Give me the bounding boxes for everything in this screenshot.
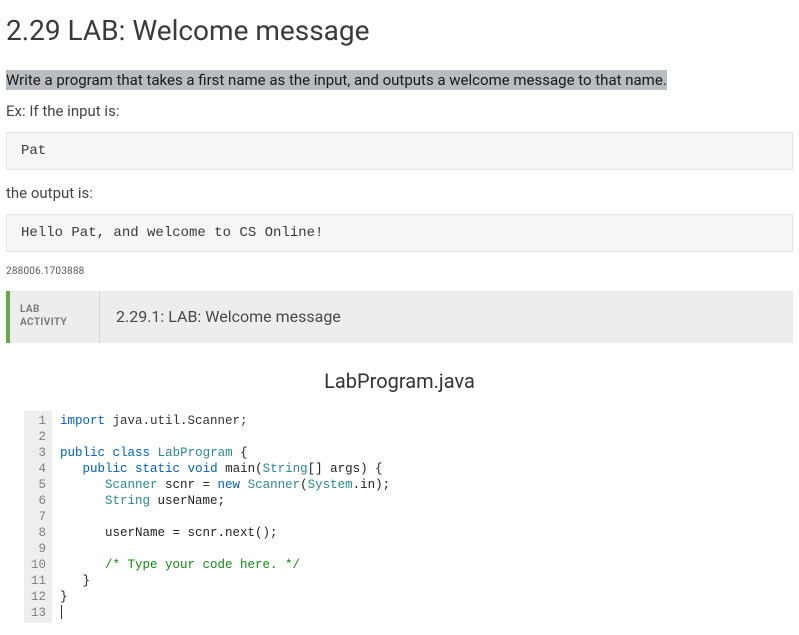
lab-activity-bar: LAB ACTIVITY 2.29.1: LAB: Welcome messag… xyxy=(6,291,793,343)
code-line[interactable]: import java.util.Scanner; xyxy=(60,413,775,429)
line-number: 6 xyxy=(28,493,46,509)
line-number: 3 xyxy=(28,445,46,461)
example-input-label: Ex: If the input is: xyxy=(6,102,793,120)
lab-page: 2.29 LAB: Welcome message Write a progra… xyxy=(0,0,799,635)
example-output-block: Hello Pat, and welcome to CS Online! xyxy=(6,214,793,252)
instructions-highlighted-text: Write a program that takes a first name … xyxy=(6,70,667,90)
code-line[interactable]: public class LabProgram { xyxy=(60,445,775,461)
code-line[interactable]: } xyxy=(60,573,775,589)
line-number: 4 xyxy=(28,461,46,477)
line-number: 7 xyxy=(28,509,46,525)
code-line[interactable]: } xyxy=(60,589,775,605)
session-id: 288006.1703888 xyxy=(6,266,793,277)
line-number: 2 xyxy=(28,429,46,445)
example-input-block: Pat xyxy=(6,132,793,170)
code-line[interactable]: public static void main(String[] args) { xyxy=(60,461,775,477)
example-output-label: the output is: xyxy=(6,184,793,202)
code-line[interactable]: /* Type your code here. */ xyxy=(60,557,775,573)
lab-label-line2: ACTIVITY xyxy=(20,317,89,330)
line-number: 1 xyxy=(28,413,46,429)
code-line[interactable] xyxy=(60,541,775,557)
code-line[interactable] xyxy=(60,429,775,445)
line-number: 8 xyxy=(28,525,46,541)
line-number: 11 xyxy=(28,573,46,589)
code-line[interactable] xyxy=(60,605,775,621)
line-number: 13 xyxy=(28,605,46,621)
lab-label-line1: LAB xyxy=(20,304,89,317)
line-number: 12 xyxy=(28,589,46,605)
code-line[interactable]: Scanner scnr = new Scanner(System.in); xyxy=(60,477,775,493)
page-title: 2.29 LAB: Welcome message xyxy=(6,14,793,47)
code-line[interactable]: userName = scnr.next(); xyxy=(60,525,775,541)
code-area[interactable]: import java.util.Scanner; public class La… xyxy=(52,411,775,623)
lab-activity-label: LAB ACTIVITY xyxy=(10,291,100,343)
instructions-block: Write a program that takes a first name … xyxy=(6,69,793,92)
code-editor[interactable]: 12345678910111213 import java.util.Scann… xyxy=(24,411,775,623)
code-line[interactable]: String userName; xyxy=(60,493,775,509)
code-line[interactable] xyxy=(60,509,775,525)
file-name-header: LabProgram.java xyxy=(24,361,775,411)
line-number: 10 xyxy=(28,557,46,573)
line-number: 9 xyxy=(28,541,46,557)
text-cursor xyxy=(61,605,62,619)
lab-activity-title: 2.29.1: LAB: Welcome message xyxy=(100,291,357,343)
line-number-gutter: 12345678910111213 xyxy=(24,411,52,623)
line-number: 5 xyxy=(28,477,46,493)
